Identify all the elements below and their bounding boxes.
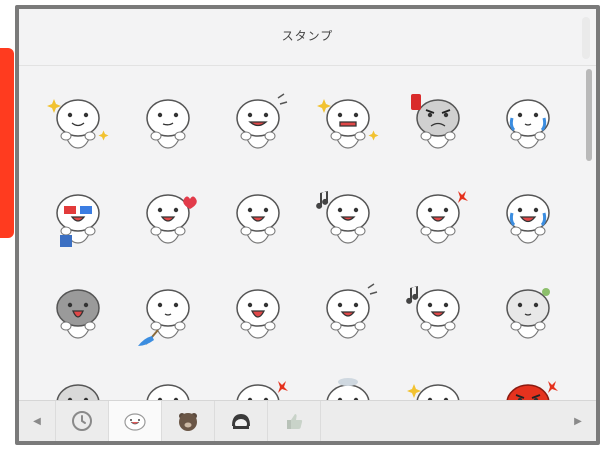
sticker-panel: スタンプ ◀ ▶ — [15, 5, 600, 445]
sticker-item[interactable] — [123, 76, 213, 171]
sticker-item[interactable] — [33, 361, 123, 401]
tab-moon-stickers[interactable] — [108, 401, 161, 441]
moon-thumbs-up-sticker-icon — [506, 287, 550, 339]
sticker-item[interactable] — [213, 266, 303, 361]
moon-grin-sticker-icon — [236, 92, 288, 149]
sticker-item[interactable] — [33, 76, 123, 171]
moon-love-hearts-sticker-icon — [146, 193, 197, 244]
tab-brown-bear[interactable] — [161, 401, 214, 441]
tab-thumbs-up[interactable] — [267, 401, 320, 441]
sticker-item[interactable] — [393, 171, 483, 266]
sticker-item[interactable] — [33, 266, 123, 361]
moon-praying-sticker-icon — [47, 98, 109, 149]
sticker-item[interactable] — [483, 361, 573, 401]
brown-bear-tab-icon — [179, 413, 197, 431]
sticker-item[interactable] — [303, 76, 393, 171]
panel-title: スタンプ — [281, 29, 334, 43]
moon-sad-sticker-icon — [326, 377, 370, 401]
sticker-item[interactable] — [393, 266, 483, 361]
moon-lying-down-sticker-icon — [56, 383, 100, 401]
sticker-item[interactable] — [123, 171, 213, 266]
tab-recent[interactable] — [55, 401, 108, 441]
sticker-grid-area — [19, 66, 596, 401]
sticker-grid — [33, 76, 573, 401]
moon-angry-exclamation-sticker-icon — [411, 93, 460, 149]
moon-shocked-sticker-icon — [326, 282, 378, 339]
moon-tearful-cheer-sticker-icon — [407, 383, 460, 401]
moon-singing-sticker-icon — [406, 285, 460, 339]
moon-red-angry-sticker-icon — [506, 380, 558, 401]
sticker-item[interactable] — [123, 361, 213, 401]
scrollbar-thumb[interactable] — [586, 69, 592, 161]
tab-cony-girl[interactable] — [214, 401, 267, 441]
moon-scream-sticker-icon — [56, 288, 100, 339]
moon-crying-anger-sticker-icon — [416, 190, 468, 244]
left-accent-bar — [0, 48, 14, 238]
moon-happy-wave-sticker-icon — [236, 193, 280, 244]
sticker-item[interactable] — [33, 171, 123, 266]
sticker-item[interactable] — [303, 361, 393, 401]
scroll-left-arrow-icon[interactable]: ◀ — [19, 401, 55, 441]
scroll-right-arrow-icon[interactable]: ▶ — [560, 401, 596, 441]
moon-yawn-sticker-icon — [236, 288, 280, 339]
sticker-item[interactable] — [393, 76, 483, 171]
cony-girl-tab-icon — [232, 414, 250, 429]
thumbs-up-tab-icon — [287, 414, 303, 429]
moon-dizzy-sticker-icon — [236, 380, 288, 401]
header-scroll-track — [582, 17, 590, 59]
sticker-item[interactable] — [303, 171, 393, 266]
sticker-tab-bar: ◀ ▶ — [19, 400, 596, 441]
moon-3d-glasses-popcorn-sticker-icon — [56, 193, 100, 247]
moon-thumbs-hold-sticker-icon — [506, 98, 550, 149]
moon-smirk-sticker-icon — [146, 98, 190, 149]
sticker-item[interactable] — [123, 266, 213, 361]
moon-sobbing-sticker-icon — [506, 193, 550, 244]
sticker-item[interactable] — [483, 266, 573, 361]
sticker-item[interactable] — [303, 266, 393, 361]
sticker-item[interactable] — [213, 361, 303, 401]
panel-header: スタンプ — [19, 9, 596, 66]
moon-sweeping-sticker-icon — [138, 288, 190, 346]
sticker-item[interactable] — [483, 171, 573, 266]
moon-laughing-tears-sticker-icon — [146, 383, 190, 401]
sticker-item[interactable] — [483, 76, 573, 171]
clock-recent-icon — [72, 411, 92, 431]
sticker-item[interactable] — [213, 76, 303, 171]
tab-bar-spacer — [320, 401, 560, 441]
moon-sticker-tab-icon — [124, 413, 146, 431]
moon-drooling-sticker-icon — [316, 190, 370, 244]
moon-gritted-teeth-sticker-icon — [317, 98, 379, 149]
sticker-item[interactable] — [393, 361, 483, 401]
sticker-item[interactable] — [213, 171, 303, 266]
